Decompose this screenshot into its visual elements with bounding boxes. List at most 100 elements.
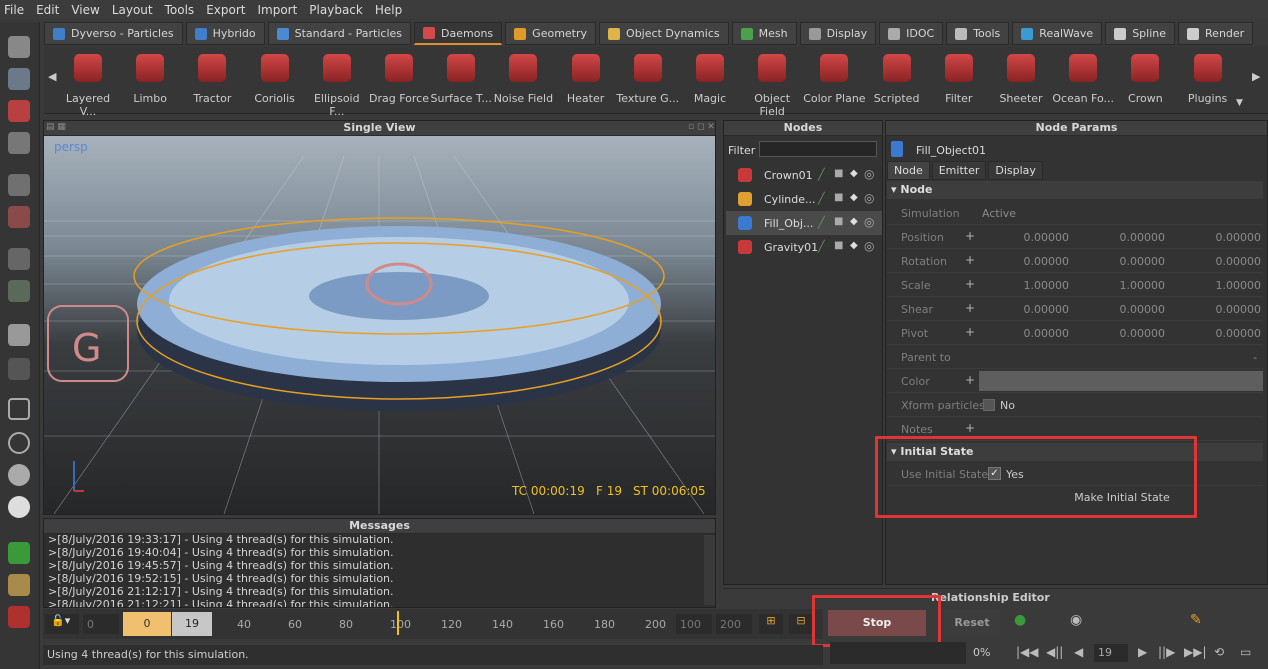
timeline-ticks[interactable]: 40 60 80 100 120 140 160 180 200: [213, 611, 673, 636]
axis-icon[interactable]: [8, 280, 30, 302]
menu-import[interactable]: Import: [257, 3, 297, 17]
node-link-icon[interactable]: ╱: [818, 240, 825, 253]
tab-geometry[interactable]: Geometry: [505, 22, 597, 45]
daemon-magic[interactable]: Magic: [678, 52, 742, 105]
color-plus-icon[interactable]: +: [965, 373, 975, 387]
param-value-field[interactable]: 1.00000: [981, 279, 1070, 292]
sphere-flat-icon[interactable]: [8, 464, 30, 486]
daemon-surface-t-[interactable]: Surface T...: [429, 52, 493, 105]
daemon-ocean-fo-[interactable]: Ocean Fo...: [1051, 52, 1115, 105]
panel-window-icons[interactable]: ▫ ◻ ✕: [688, 122, 715, 132]
expand-plus-icon[interactable]: +: [965, 229, 975, 243]
menu-tools[interactable]: Tools: [165, 3, 195, 17]
daemon-coriolis[interactable]: Coriolis: [243, 52, 307, 105]
daemon-color-plane[interactable]: Color Plane: [802, 52, 866, 105]
daemon-filter[interactable]: Filter: [927, 52, 991, 105]
expand-plus-icon[interactable]: +: [965, 301, 975, 315]
daemon-tractor[interactable]: Tractor: [180, 52, 244, 105]
param-value-field[interactable]: 0.00000: [981, 255, 1070, 268]
param-value-field[interactable]: 0.00000: [981, 327, 1070, 340]
node-item[interactable]: Cylinde... ╱ ■ ◆ ◎: [726, 187, 882, 211]
tab-spline[interactable]: Spline: [1105, 22, 1176, 45]
expand-plus-icon[interactable]: +: [965, 253, 975, 267]
scroll-right-icon[interactable]: ▶: [1252, 70, 1260, 83]
pen-icon[interactable]: [8, 606, 30, 628]
cube-solid-icon[interactable]: [8, 324, 30, 346]
node-visibility-icon[interactable]: ◆: [850, 192, 858, 203]
menu-view[interactable]: View: [71, 3, 99, 17]
param-value-field[interactable]: 0.00000: [1173, 231, 1262, 244]
daemon-plugins[interactable]: Plugins: [1176, 52, 1240, 105]
play-back-icon[interactable]: ◀: [1074, 645, 1083, 659]
param-value-field[interactable]: 0.00000: [1077, 231, 1166, 244]
tab-display[interactable]: Display: [799, 22, 877, 45]
go-end-icon[interactable]: ▶▶|: [1184, 645, 1207, 659]
node-lock-icon[interactable]: ■: [834, 240, 843, 251]
step-back-icon[interactable]: ◀||: [1046, 645, 1063, 659]
daemon-crown[interactable]: Crown: [1113, 52, 1177, 105]
daemon-noise-field[interactable]: Noise Field: [491, 52, 555, 105]
points-icon[interactable]: [8, 358, 30, 380]
timeline-max-field[interactable]: 200: [716, 614, 752, 634]
daemon-limbo[interactable]: Limbo: [118, 52, 182, 105]
params-tab-display[interactable]: Display: [988, 161, 1043, 180]
expand-plus-icon[interactable]: +: [965, 325, 975, 339]
range-end-field[interactable]: 19: [172, 612, 212, 636]
tab-daemons[interactable]: Daemons: [414, 22, 503, 45]
transform-tool-icon[interactable]: [8, 206, 30, 228]
simulation-dropdown[interactable]: Active: [982, 207, 1016, 220]
param-value-field[interactable]: 0.00000: [1173, 303, 1262, 316]
cube-wire-icon[interactable]: [8, 398, 30, 420]
param-value-field[interactable]: 0.00000: [1077, 327, 1166, 340]
params-tab-node[interactable]: Node: [887, 161, 930, 180]
tab-mesh[interactable]: Mesh: [731, 22, 797, 45]
daemon-sheeter[interactable]: Sheeter: [989, 52, 1053, 105]
param-value-field[interactable]: 1.00000: [1077, 279, 1166, 292]
tab-render[interactable]: Render: [1178, 22, 1254, 45]
tools-icon[interactable]: [8, 574, 30, 596]
filter-input[interactable]: [759, 141, 877, 157]
param-value-field[interactable]: 1.00000: [1173, 279, 1262, 292]
menu-file[interactable]: File: [4, 3, 24, 17]
step-forward-icon[interactable]: ||▶: [1158, 645, 1175, 659]
scale-tool-icon[interactable]: [8, 132, 30, 154]
node-visibility-icon[interactable]: ◆: [850, 168, 858, 179]
keyframe-tools-icon[interactable]: ✎: [1190, 612, 1202, 628]
go-start-icon[interactable]: |◀◀: [1016, 645, 1039, 659]
playhead[interactable]: [397, 611, 399, 635]
timeline-start-field[interactable]: 0: [83, 614, 119, 634]
params-tab-emitter[interactable]: Emitter: [931, 161, 987, 180]
param-value-field[interactable]: 0.00000: [981, 231, 1070, 244]
menu-playback[interactable]: Playback: [309, 3, 363, 17]
tab-tools[interactable]: Tools: [946, 22, 1010, 45]
message-log[interactable]: >[8/July/2016 19:33:17] - Using 4 thread…: [44, 533, 704, 607]
daemon-object-field[interactable]: Object Field: [740, 52, 804, 118]
node-link-icon[interactable]: ╱: [818, 192, 825, 205]
node-lock-icon[interactable]: ■: [834, 192, 843, 203]
node-visibility-icon[interactable]: ◆: [850, 216, 858, 227]
param-value-field[interactable]: 0.00000: [981, 303, 1070, 316]
node-lock-icon[interactable]: ■: [834, 168, 843, 179]
move-tool-icon[interactable]: [8, 68, 30, 90]
daemon-drag-force[interactable]: Drag Force: [367, 52, 431, 105]
messages-scrollbar[interactable]: [704, 535, 715, 605]
reset-button[interactable]: Reset: [944, 610, 1000, 636]
timeline-end-field[interactable]: 100: [676, 614, 712, 634]
eye-icon[interactable]: ◉: [1070, 612, 1082, 628]
tab-object-dynamics[interactable]: Object Dynamics: [599, 22, 729, 45]
frame-input[interactable]: 19: [1094, 644, 1128, 662]
node-link-icon[interactable]: ╱: [818, 216, 825, 229]
tab-idoc[interactable]: IDOC: [879, 22, 944, 45]
node-display-icon[interactable]: ◎: [864, 191, 874, 205]
menu-edit[interactable]: Edit: [36, 3, 59, 17]
xform-checkbox[interactable]: [983, 399, 995, 411]
color-swatch[interactable]: [979, 371, 1263, 391]
node-display-icon[interactable]: ◎: [864, 215, 874, 229]
param-value-field[interactable]: 0.00000: [1173, 327, 1262, 340]
tab-hybrido[interactable]: Hybrido: [185, 22, 265, 45]
menu-export[interactable]: Export: [206, 3, 245, 17]
sphere-smooth-icon[interactable]: [8, 496, 30, 518]
sphere-wire-icon[interactable]: [8, 432, 30, 454]
node-section-header[interactable]: ▾ Node: [887, 181, 1263, 199]
keyframe-icon[interactable]: ⊞: [759, 614, 783, 634]
